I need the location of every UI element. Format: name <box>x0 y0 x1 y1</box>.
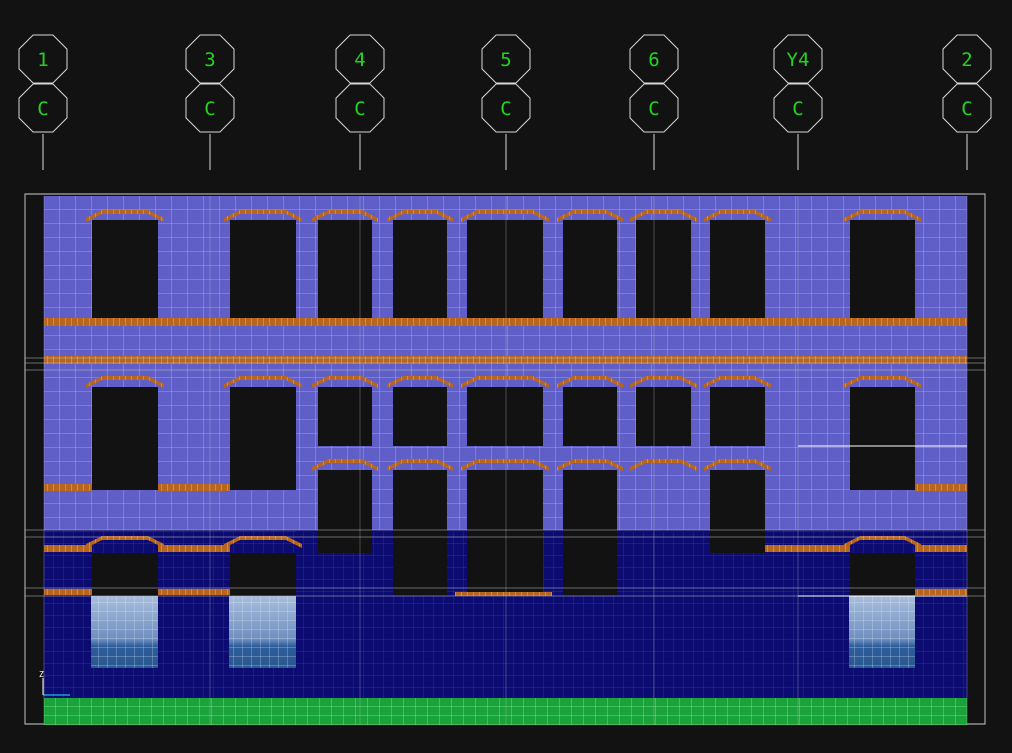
opening[interactable] <box>467 387 543 446</box>
opening[interactable] <box>230 387 296 490</box>
grid-bubble-y4[interactable]: Y4 C <box>773 34 823 170</box>
beam-mesh <box>915 484 967 491</box>
grid-bubble-sub: C <box>648 98 659 120</box>
opening[interactable] <box>318 470 372 553</box>
opening[interactable] <box>92 220 158 325</box>
grid-bubble-id: 4 <box>354 49 365 71</box>
grid-bubble-sub: C <box>37 98 48 120</box>
grid-bubble-id: 3 <box>204 49 215 71</box>
ground-panel-mesh <box>229 596 296 668</box>
grid-bubble-id: 5 <box>500 49 511 71</box>
grid-bubble-3[interactable]: 3C <box>185 34 235 170</box>
elevation-view[interactable]: 1 C 3 C 4 C 5 C 6 C Y4 C 2 C Z <box>0 0 1012 749</box>
opening[interactable] <box>710 470 765 553</box>
grid-bubble-sub: C <box>961 98 972 120</box>
beam-mesh <box>158 589 230 595</box>
grid-bubble-id: Y4 <box>787 49 810 71</box>
opening[interactable] <box>563 387 617 446</box>
grid-bubble-4[interactable]: 4C <box>335 34 385 170</box>
grid-bubble-id: 2 <box>961 49 972 71</box>
grid-bubbles-layer: 1C3C4C5C6CY4C2C <box>18 34 992 170</box>
grid-bubble-sub: C <box>792 98 803 120</box>
ground-panel-mesh <box>91 596 158 668</box>
beam-mesh <box>44 318 967 326</box>
beam-mesh <box>44 589 92 595</box>
opening[interactable] <box>563 470 617 595</box>
opening[interactable] <box>850 553 915 596</box>
opening[interactable] <box>636 387 691 446</box>
opening[interactable] <box>850 387 915 490</box>
grid-bubble-5[interactable]: 5C <box>481 34 531 170</box>
opening[interactable] <box>230 220 296 325</box>
opening[interactable] <box>393 220 447 325</box>
grid-bubble-sub: C <box>500 98 511 120</box>
grid-bubble-1[interactable]: 1C <box>18 34 68 170</box>
wall-elevation-canvas[interactable]: 1C3C4C5C6CY4C2C Z <box>0 0 1012 749</box>
grid-bubble-6[interactable]: 6C <box>629 34 679 170</box>
opening[interactable] <box>393 387 447 446</box>
beam-mesh <box>44 545 92 552</box>
beam-mesh <box>915 545 967 552</box>
opening[interactable] <box>230 553 296 596</box>
foundation-mesh <box>44 698 967 725</box>
opening[interactable] <box>393 470 447 595</box>
grid-bubble-id: 1 <box>37 49 48 71</box>
opening[interactable] <box>318 387 372 446</box>
opening[interactable] <box>467 220 543 325</box>
grid-bubble-id: 6 <box>648 49 659 71</box>
beam-mesh <box>158 484 230 491</box>
opening[interactable] <box>563 220 617 325</box>
opening[interactable] <box>92 553 158 596</box>
grid-bubble-2[interactable]: 2C <box>942 34 992 170</box>
opening[interactable] <box>467 470 543 595</box>
grid-bubble-sub: C <box>204 98 215 120</box>
opening[interactable] <box>318 220 372 325</box>
opening[interactable] <box>850 220 915 325</box>
beam-mesh <box>455 592 552 596</box>
beam-mesh <box>158 545 230 552</box>
opening[interactable] <box>710 387 765 446</box>
opening[interactable] <box>92 387 158 490</box>
grid-bubble-sub: C <box>354 98 365 120</box>
axis-z-label: Z <box>39 670 44 679</box>
beam-mesh <box>915 589 967 595</box>
ground-panel-mesh <box>849 596 915 668</box>
opening[interactable] <box>710 220 765 325</box>
beam-mesh <box>765 545 850 552</box>
opening[interactable] <box>636 220 691 325</box>
beam-mesh <box>44 484 92 491</box>
